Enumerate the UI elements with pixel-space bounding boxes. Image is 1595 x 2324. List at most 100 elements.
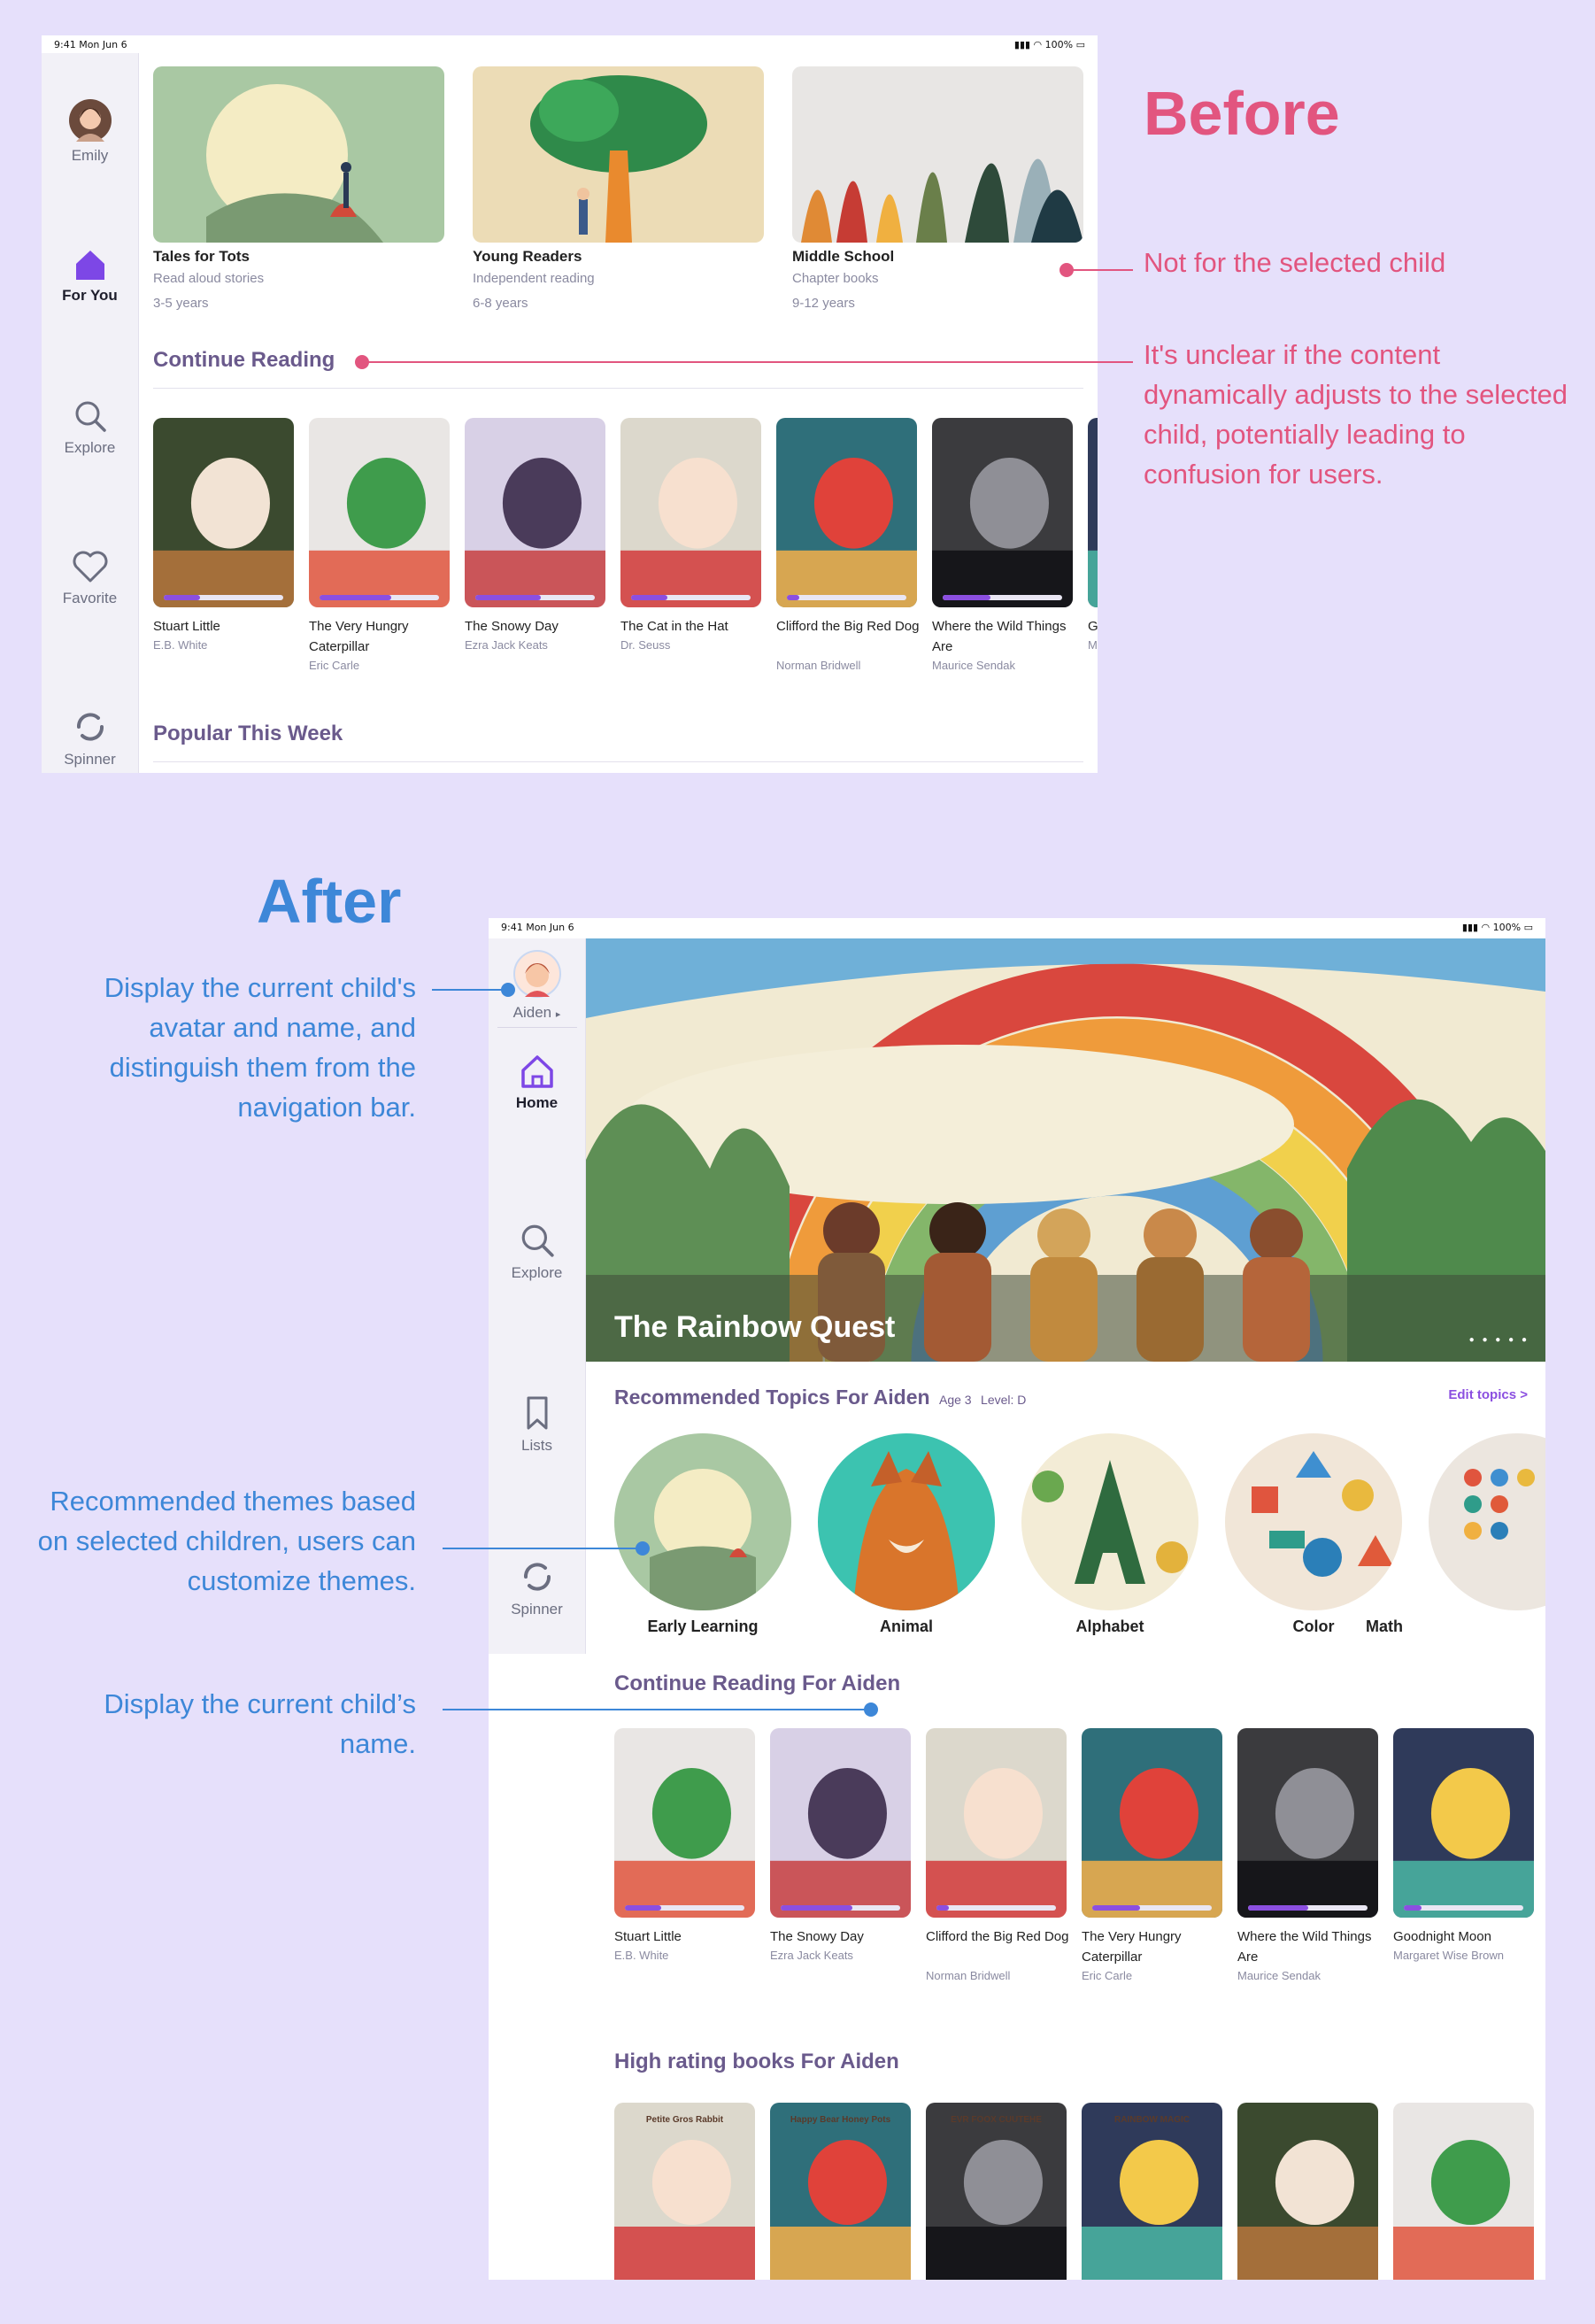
search-icon: [75, 401, 106, 432]
topic-math[interactable]: Math: [1366, 1433, 1545, 1636]
note-not-for-child: Not for the selected child: [1144, 247, 1446, 278]
topics-heading-row: Recommended Topics For Aiden Age 3 Level…: [614, 1386, 1026, 1409]
topic-animal[interactable]: Animal: [818, 1433, 995, 1636]
book-author: Dr. Seuss: [620, 638, 671, 652]
edit-topics-link[interactable]: Edit topics >: [1448, 1387, 1528, 1402]
topic-alphabet[interactable]: Alphabet: [1021, 1433, 1198, 1636]
annotation-line: [1071, 269, 1133, 271]
high-rating-book-cover[interactable]: Petite Gros Rabbit: [614, 2103, 755, 2280]
nav-home[interactable]: Home: [489, 1054, 585, 1112]
topic-color[interactable]: Color: [1225, 1433, 1402, 1636]
book-author: Norman Bridwell: [926, 1969, 1011, 1982]
progress-fill: [320, 595, 391, 600]
level-title: Tales for Tots: [153, 248, 250, 265]
topic-label: Color: [1292, 1618, 1335, 1635]
book-cover: [620, 418, 761, 607]
status-time: 9:41 Mon Jun 6: [54, 39, 127, 50]
sidebar: Emily For You Explore Favorite Spinner: [42, 53, 139, 773]
annotation-line: [432, 989, 508, 991]
book-cover: [1082, 1728, 1222, 1918]
book-title: Stuart Little: [153, 619, 220, 634]
progress-fill: [164, 595, 200, 600]
divider: [153, 761, 1083, 762]
divider: [153, 388, 1083, 389]
progress-fill: [1248, 1905, 1308, 1911]
before-heading: Before: [1144, 79, 1340, 148]
nav-label: Spinner: [511, 1601, 563, 1618]
topic-image: [1021, 1433, 1198, 1610]
book-title: The Cat in the Hat: [620, 619, 728, 634]
battery-percent: 100%: [1492, 922, 1522, 933]
book-author: Ezra Jack Keats: [770, 1949, 853, 1962]
high-rating-book-cover[interactable]: [1393, 2103, 1534, 2280]
after-screen: 9:41 Mon Jun 6 ▮▮▮ ◠ 100% ▭ Aiden ▸ Home…: [489, 918, 1545, 2280]
topic-image: [818, 1433, 995, 1610]
reading-progress-bar: [475, 595, 595, 600]
topic-image: [1225, 1433, 1402, 1610]
annotation-dot: [864, 1702, 878, 1717]
level-title: Middle School: [792, 248, 895, 265]
book-title: The Very Hungry Caterpillar: [309, 619, 409, 654]
spinner-icon: [76, 713, 104, 741]
progress-fill: [1404, 1905, 1422, 1911]
nav-label: Explore: [511, 1264, 563, 1281]
book-title: The Very Hungry Caterpillar: [1082, 1929, 1182, 1965]
reading-progress-bar: [625, 1905, 744, 1911]
profile-divider: [497, 1027, 577, 1028]
progress-fill: [1092, 1905, 1140, 1911]
nav-favorite[interactable]: Favorite: [42, 549, 138, 607]
high-rating-book-cover[interactable]: [1237, 2103, 1378, 2280]
sidebar: Aiden ▸ Home Explore Lists Spinner: [489, 938, 586, 1654]
hero-banner[interactable]: The Rainbow Quest ● ● ● ● ●: [586, 938, 1545, 1362]
annotation-line: [443, 1709, 871, 1710]
reading-progress-bar: [1404, 1905, 1523, 1911]
book-title: Clifford the Big Red Dog: [926, 1929, 1069, 1944]
topic-label: Animal: [879, 1618, 933, 1635]
book-title: Where the Wild Things Are: [932, 619, 1067, 654]
high-rating-book-cover[interactable]: RAINBOW MAGIC: [1082, 2103, 1222, 2280]
reading-progress-bar: [631, 595, 751, 600]
avatar: [512, 950, 561, 998]
annotation-line: [366, 361, 1133, 363]
reading-progress-bar: [787, 595, 906, 600]
book-cover: [465, 418, 605, 607]
status-time: 9:41 Mon Jun 6: [501, 922, 574, 933]
topic-early-learning[interactable]: Early Learning: [614, 1433, 791, 1636]
book-author: Maurice Sendak: [1237, 1969, 1321, 1982]
note-avatar: Display the current child's avatar and n…: [104, 972, 416, 1123]
high-rating-book-cover[interactable]: Happy Bear Honey Pots: [770, 2103, 911, 2280]
home-icon: [520, 1055, 553, 1088]
annotation-line: [443, 1548, 643, 1549]
nav-spinner[interactable]: Spinner: [489, 1558, 585, 1618]
profile-emily[interactable]: Emily: [42, 99, 138, 165]
level-subtitle: Chapter books: [792, 271, 879, 286]
book-title: Goodnight Moon: [1393, 1929, 1491, 1944]
progress-fill: [787, 595, 799, 600]
nav-explore[interactable]: Explore: [42, 398, 138, 457]
nav-explore[interactable]: Explore: [489, 1222, 585, 1282]
reading-progress-bar: [1248, 1905, 1368, 1911]
cover-text: RAINBOW MAGIC: [1114, 2115, 1190, 2125]
nav-spinner[interactable]: Spinner: [42, 708, 138, 768]
book-cover: [770, 1728, 911, 1918]
age-label: Age 3: [939, 1393, 972, 1407]
carousel-dots[interactable]: ● ● ● ● ●: [1469, 1335, 1530, 1345]
avatar: [68, 99, 112, 142]
profile-name: Emily: [71, 147, 109, 164]
nav-for-you[interactable]: For You: [42, 248, 138, 305]
topics-heading: Recommended Topics For Aiden: [614, 1386, 930, 1409]
book-title: The Snowy Day: [770, 1929, 864, 1944]
level-subtitle: Independent reading: [473, 271, 595, 286]
level-image: [153, 66, 444, 243]
high-rating-heading: High rating books For Aiden: [614, 2050, 899, 2073]
high-rating-book-cover[interactable]: EVR FOOX CUUTEHE: [926, 2103, 1067, 2280]
level-age: 3-5 years: [153, 296, 209, 311]
status-battery: ▮▮▮ ◠ 100% ▭: [1013, 39, 1085, 50]
profile-name: Aiden: [512, 1004, 552, 1021]
level-subtitle: Read aloud stories: [153, 271, 265, 286]
nav-lists[interactable]: Lists: [489, 1394, 585, 1455]
progress-fill: [631, 595, 667, 600]
book-cover: [1088, 418, 1098, 607]
progress-fill: [781, 1905, 852, 1911]
status-bar: 9:41 Mon Jun 6 ▮▮▮ ◠ 100% ▭: [42, 35, 1098, 53]
